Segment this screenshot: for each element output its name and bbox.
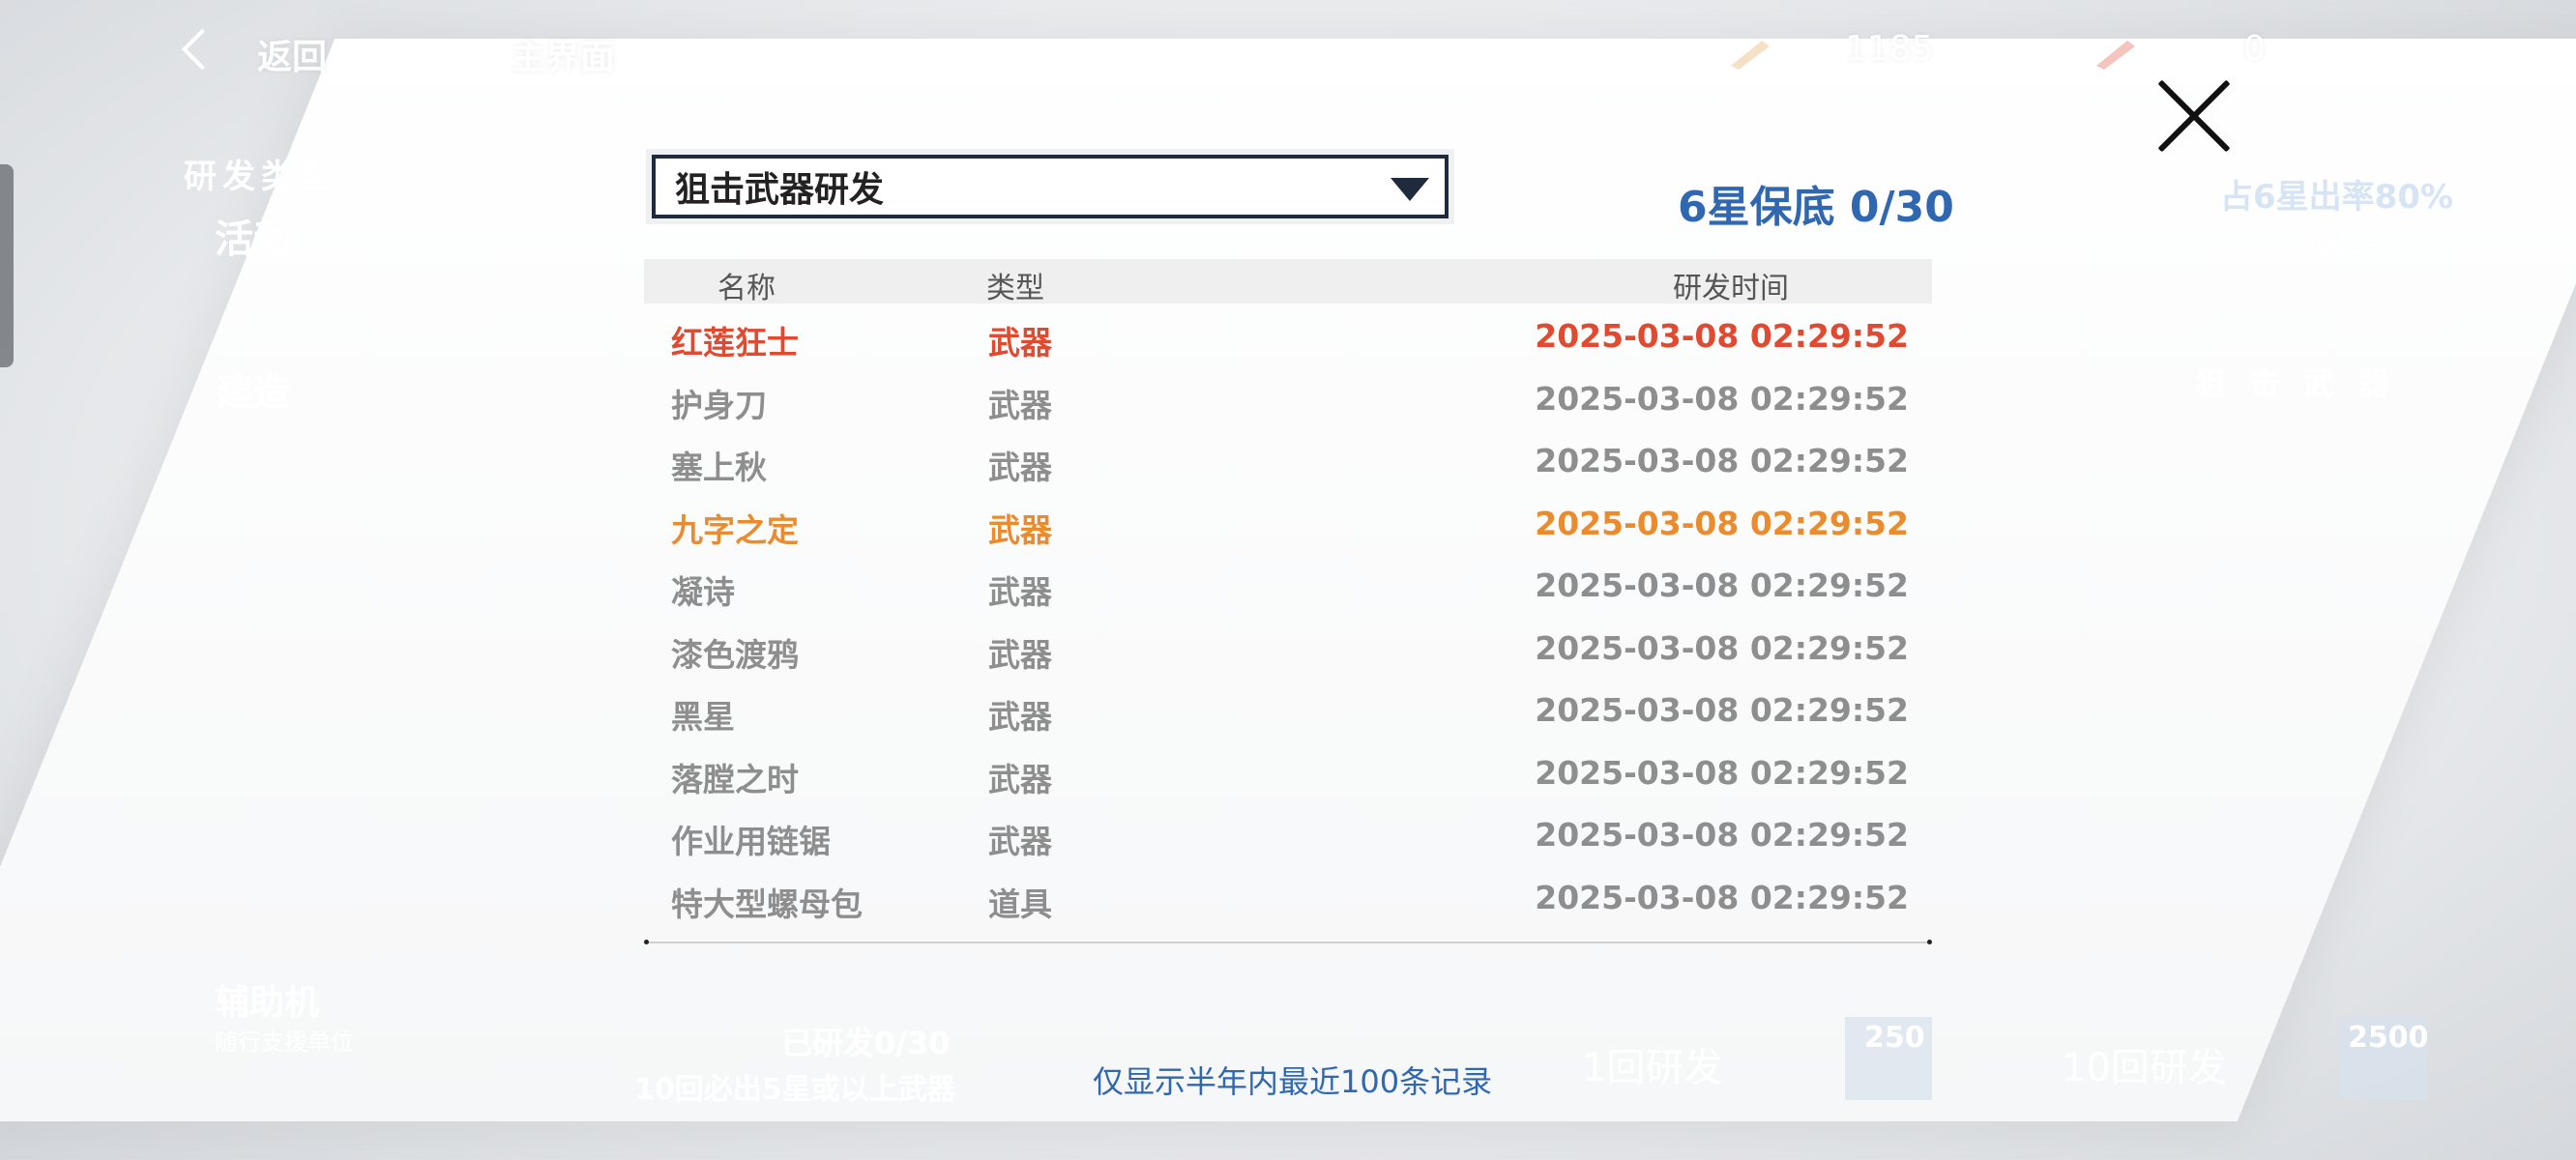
history-table-header: 名称 类型 研发时间 — [644, 259, 1932, 305]
table-row: 九字之定 武器 2025-03-08 02:29:52 — [644, 491, 1932, 554]
records-footnote: 仅显示半年内最近100条记录 — [1093, 1063, 1493, 1100]
home-icon[interactable] — [437, 41, 472, 75]
single-pull-button[interactable]: 1回研发 — [1582, 1036, 1722, 1092]
category-activity[interactable]: 活动 — [215, 208, 292, 264]
row-name: 落膛之时 — [671, 760, 799, 798]
history-table-body: 红莲狂士 武器 2025-03-08 02:29:52 护身刀 武器 2025-… — [644, 304, 1932, 927]
header-name: 名称 — [717, 272, 776, 305]
row-name: 漆色渡鸦 — [671, 635, 799, 674]
row-time: 2025-03-08 02:29:52 — [1535, 816, 1909, 854]
row-time: 2025-03-08 02:29:52 — [1535, 566, 1909, 604]
home-button[interactable]: 主界面 — [511, 29, 615, 79]
row-name: 护身刀 — [671, 386, 767, 424]
row-type: 武器 — [988, 386, 1052, 424]
back-icon[interactable] — [181, 28, 223, 71]
row-time: 2025-03-08 02:29:52 — [1535, 442, 1909, 479]
ticket-icon — [2096, 41, 2135, 70]
row-name: 塞上秋 — [671, 449, 767, 486]
table-row: 护身刀 武器 2025-03-08 02:29:52 — [644, 366, 1932, 429]
row-type: 武器 — [988, 698, 1052, 736]
table-row: 黑星 武器 2025-03-08 02:29:52 — [644, 678, 1932, 740]
table-row: 红莲狂士 武器 2025-03-08 02:29:52 — [644, 304, 1932, 366]
progress-label: 已研发0/30 — [781, 1025, 951, 1061]
row-type: 道具 — [988, 884, 1052, 923]
rate-text: 占6星出率80% — [2220, 178, 2454, 217]
side-drawer-handle[interactable] — [0, 164, 14, 367]
category-support[interactable]: 辅助机 — [215, 974, 319, 1025]
category-support-subtitle: 随行支援单位 — [215, 1029, 354, 1056]
ticket-amount: 0 — [2243, 29, 2266, 69]
header-time: 研发时间 — [1673, 272, 1789, 305]
row-time: 2025-03-08 02:29:52 — [1535, 878, 1909, 916]
table-divider — [644, 940, 1932, 944]
guarantee-text: 10回必出5星或以上武器 — [634, 1073, 956, 1107]
row-time: 2025-03-08 02:29:52 — [1535, 317, 1909, 355]
row-type: 武器 — [988, 449, 1052, 486]
header-type: 类型 — [986, 272, 1044, 305]
row-name: 黑星 — [671, 698, 735, 736]
ten-pull-button[interactable]: 10回研发 — [2062, 1036, 2227, 1092]
row-name: 凝诗 — [671, 573, 735, 611]
table-row: 作业用链锯 武器 2025-03-08 02:29:52 — [644, 802, 1932, 865]
switch-combo-button[interactable]: 切换组合 — [2292, 224, 2385, 258]
banner-select-value: 狙击武器研发 — [675, 170, 885, 210]
row-time: 2025-03-08 02:29:52 — [1535, 504, 1909, 542]
table-row: 塞上秋 武器 2025-03-08 02:29:52 — [644, 428, 1932, 491]
row-time: 2025-03-08 02:29:52 — [1535, 379, 1909, 418]
banner-select[interactable]: 狙击武器研发 — [646, 149, 1454, 224]
banner-label: 狙击武器 — [2195, 365, 2413, 402]
row-time: 2025-03-08 02:29:52 — [1535, 691, 1909, 729]
table-row: 凝诗 武器 2025-03-08 02:29:52 — [644, 553, 1932, 616]
category-build[interactable]: 建造 — [217, 362, 290, 416]
currency-icon — [1731, 41, 1770, 70]
table-row: 漆色渡鸦 武器 2025-03-08 02:29:52 — [644, 616, 1932, 679]
row-time: 2025-03-08 02:29:52 — [1535, 753, 1909, 792]
back-button[interactable]: 返回 — [257, 29, 327, 79]
row-time: 2025-03-08 02:29:52 — [1535, 628, 1909, 667]
currency-amount: 1185 — [1845, 29, 1934, 69]
single-pull-cost: 250 — [1864, 1021, 1925, 1055]
row-type: 武器 — [988, 510, 1052, 549]
category-title: 研发类型 — [184, 158, 338, 196]
row-type: 武器 — [988, 635, 1052, 674]
caret-down-icon — [1390, 178, 1429, 201]
row-type: 武器 — [988, 324, 1052, 362]
add-currency-button[interactable]: + — [2005, 27, 2044, 81]
row-name: 作业用链锯 — [671, 823, 831, 860]
row-type: 武器 — [988, 760, 1052, 798]
ten-pull-cost: 2500 — [2348, 1021, 2429, 1055]
table-row: 落膛之时 武器 2025-03-08 02:29:52 — [644, 740, 1932, 803]
row-type: 武器 — [988, 573, 1052, 611]
close-icon[interactable] — [2156, 77, 2234, 155]
row-name: 九字之定 — [671, 510, 799, 549]
row-name: 特大型螺母包 — [671, 884, 863, 923]
table-row: 特大型螺母包 道具 2025-03-08 02:29:52 — [644, 865, 1932, 928]
add-ticket-button[interactable]: + — [2373, 27, 2412, 81]
pity-counter: 6星保底 0/30 — [1678, 183, 1954, 232]
row-name: 红莲狂士 — [671, 324, 799, 362]
row-type: 武器 — [988, 823, 1052, 860]
